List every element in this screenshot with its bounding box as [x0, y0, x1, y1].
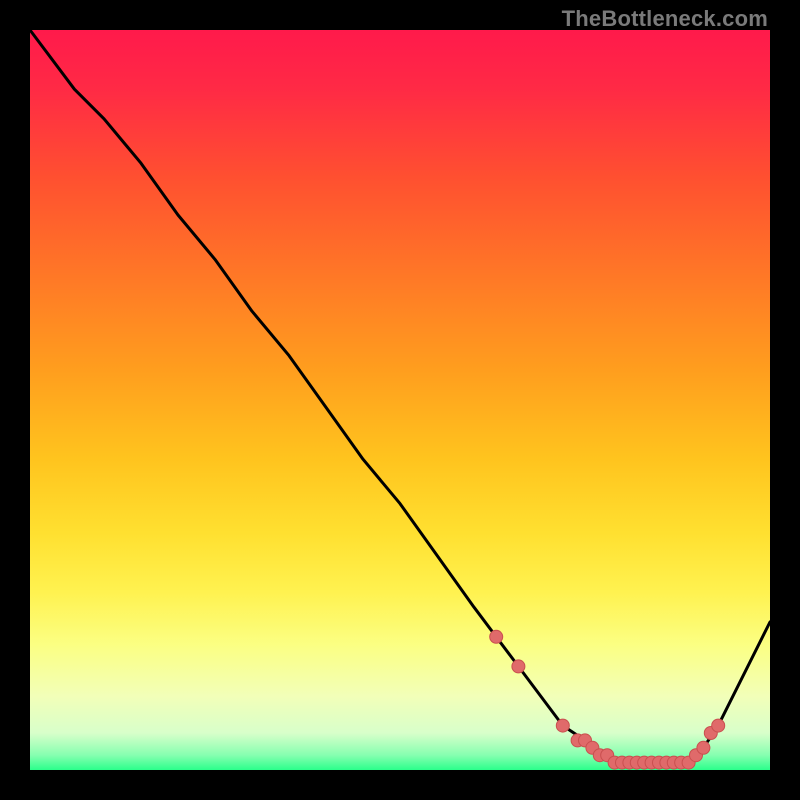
curve-marker [697, 741, 710, 754]
curve-marker [556, 719, 569, 732]
curve-marker [512, 660, 525, 673]
plot-area [30, 30, 770, 770]
bottleneck-curve [30, 30, 770, 763]
watermark-text: TheBottleneck.com [562, 6, 768, 32]
curve-marker [490, 630, 503, 643]
curve-layer [30, 30, 770, 770]
curve-marker [712, 719, 725, 732]
chart-stage: TheBottleneck.com [0, 0, 800, 800]
curve-markers [490, 630, 725, 769]
